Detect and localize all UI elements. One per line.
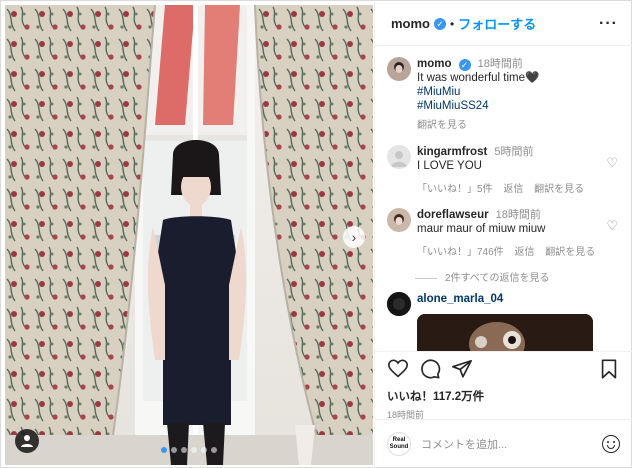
heart-icon[interactable]: ♡ [606,155,618,171]
see-translation-link[interactable]: 翻訳を見る [534,184,584,195]
comment-time: 18時間前 [495,209,541,221]
carousel-dots [5,447,373,453]
action-icons [387,358,620,380]
comment-likes[interactable]: 「いいね！」746件 [417,247,504,258]
reply-button[interactable]: 返信 [514,247,534,258]
caption-text: It was wonderful time🖤 [417,72,540,84]
current-user-avatar[interactable]: Real Sound [387,432,411,456]
comment-item: alone_marla_04 [387,292,620,351]
post-sidebar: momo ✓ • フォローする ··· momo ✓ 18時間前 It was … [374,2,632,468]
comment-media-image[interactable] [417,314,593,351]
reply-button[interactable]: 返信 [503,184,523,195]
comment-icon[interactable] [419,358,441,380]
comment-username[interactable]: doreflawseur [417,209,489,221]
likes-count[interactable]: いいね！117.2万件 [387,388,620,404]
post-photo[interactable]: › [5,5,373,465]
photo-illustration [5,5,373,465]
comment-meta: 「いいね！」5件 返信 翻訳を見る [417,183,620,197]
comment-text: I LOVE YOU [417,160,482,172]
carousel-dot [201,447,207,453]
carousel-dot [191,447,197,453]
carousel-dot [181,447,187,453]
header-separator: • [450,16,455,31]
add-comment-bar: Real Sound コメントを追加... [375,419,632,468]
caption-time: 18時間前 [477,58,523,70]
verified-badge-icon: ✓ [434,17,446,30]
comment-item: kingarmfrost 5時間前 I LOVE YOU 「いいね！」5件 返信… [387,145,620,197]
hashtag-link[interactable]: #MiuMiuSS24 [417,99,620,113]
more-options-icon[interactable]: ··· [599,15,618,33]
chevron-right-icon[interactable]: › [343,226,365,248]
see-translation-link[interactable]: 翻訳を見る [417,119,620,133]
comment-meta: 「いいね！」746件 返信 翻訳を見る [417,246,620,260]
bookmark-icon[interactable] [598,358,620,380]
comment-username[interactable]: kingarmfrost [417,146,487,158]
post-header: momo ✓ • フォローする ··· [375,2,632,46]
comment-text: maur maur of miuw miuw [417,223,546,235]
share-icon[interactable] [451,358,473,380]
comment-input[interactable]: コメントを追加... [421,436,602,452]
caption: momo ✓ 18時間前 It was wonderful time🖤 #Miu… [387,57,620,133]
avatar[interactable] [387,208,411,232]
comment-item: doreflawseur 18時間前 maur maur of miuw miu… [387,208,620,286]
verified-badge-icon: ✓ [458,59,471,71]
hashtag-link[interactable]: #MiuMiu [417,85,620,99]
caption-username[interactable]: momo [417,58,452,70]
view-replies-link[interactable]: 2件すべての返信を見る [415,272,620,286]
carousel-dot [171,447,177,453]
comment-time: 5時間前 [494,146,534,158]
avatar[interactable] [387,145,411,169]
heart-icon[interactable] [387,358,409,380]
emoji-icon[interactable] [602,435,620,453]
avatar[interactable] [387,57,411,81]
action-bar: いいね！117.2万件 18時間前 [375,351,632,420]
heart-icon[interactable]: ♡ [606,218,618,234]
comments-list[interactable]: momo ✓ 18時間前 It was wonderful time🖤 #Miu… [375,47,632,351]
see-translation-link[interactable]: 翻訳を見る [545,247,595,258]
comment-username[interactable]: alone_marla_04 [417,293,503,305]
post-modal: › momo ✓ • フォローする ··· momo ✓ 18時間前 It wa… [0,0,632,468]
follow-button[interactable]: フォローする [458,14,536,33]
carousel-dot [211,447,217,453]
carousel-dot [161,447,167,453]
header-username[interactable]: momo [391,16,430,31]
avatar[interactable] [387,292,411,316]
comment-likes[interactable]: 「いいね！」5件 [417,184,493,195]
